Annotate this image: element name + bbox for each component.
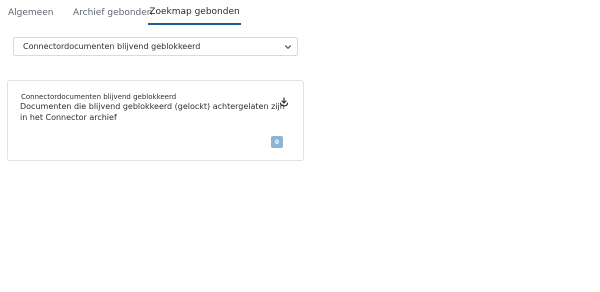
tab-archief-gebonden[interactable]: Archief gebonden [63, 0, 153, 25]
tab-algemeen[interactable]: Algemeen [7, 0, 63, 25]
download-icon[interactable] [279, 97, 289, 107]
tab-zoekmap-gebonden[interactable]: Zoekmap gebonden [148, 0, 241, 25]
report-select-value: Connectordocumenten blijvend geblokkeerd [23, 42, 201, 51]
card-description: Documenten die blijvend geblokkeerd (gel… [20, 102, 285, 122]
chevron-down-icon [284, 45, 292, 49]
count-badge: 0 [271, 136, 283, 148]
tab-bar: Algemeen Archief gebonden Zoekmap gebond… [7, 0, 241, 25]
report-select[interactable]: Connectordocumenten blijvend geblokkeerd [13, 37, 298, 56]
report-card: Connectordocumenten blijvend geblokkeerd… [7, 80, 304, 161]
card-title: Connectordocumenten blijvend geblokkeerd [21, 93, 177, 101]
